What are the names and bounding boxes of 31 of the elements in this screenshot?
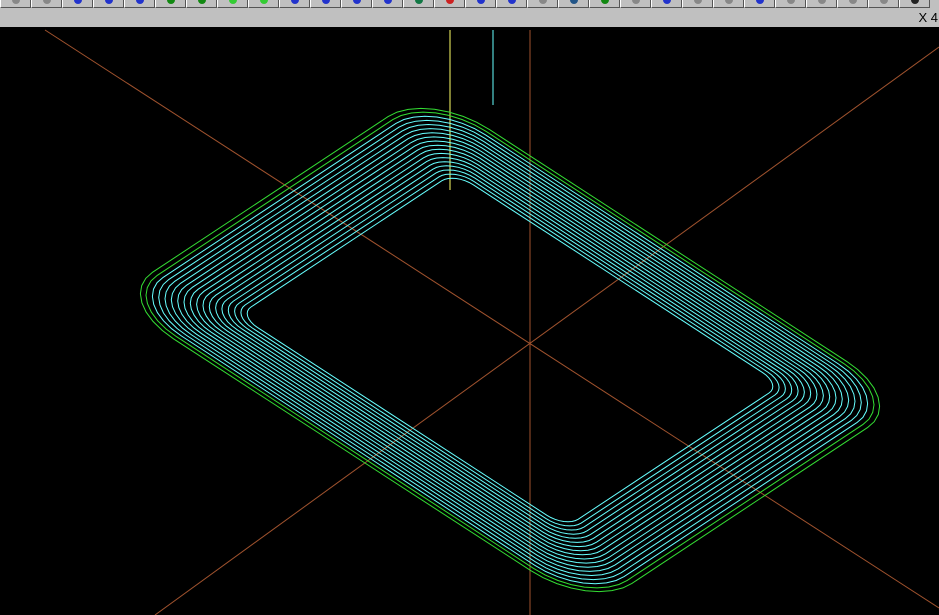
toolbar-button[interactable] [0, 0, 31, 8]
toolbar-button[interactable] [589, 0, 620, 8]
toolbar-button[interactable] [310, 0, 341, 8]
toolbar-button[interactable] [186, 0, 217, 8]
toolbar-button[interactable] [248, 0, 279, 8]
toolbar-button[interactable] [837, 0, 868, 8]
toolbar-button[interactable] [217, 0, 248, 8]
toolbar-button[interactable] [713, 0, 744, 8]
toolbar-button[interactable] [651, 0, 682, 8]
toolbar-button[interactable] [155, 0, 186, 8]
toolbar-button[interactable] [93, 0, 124, 8]
toolbar-button[interactable] [620, 0, 651, 8]
toolbar-button[interactable] [465, 0, 496, 8]
toolbar-button[interactable] [434, 0, 465, 8]
toolbar-button[interactable] [403, 0, 434, 8]
toolbar-button[interactable] [806, 0, 837, 8]
toolbar-button[interactable] [682, 0, 713, 8]
toolbar-button[interactable] [496, 0, 527, 8]
toolbar-button[interactable] [372, 0, 403, 8]
toolbar-button[interactable] [775, 0, 806, 8]
toolbar-button[interactable] [527, 0, 558, 8]
toolbar-button[interactable] [124, 0, 155, 8]
toolbar-button[interactable] [31, 0, 62, 8]
toolbar-button[interactable] [341, 0, 372, 8]
toolbar-button[interactable] [558, 0, 589, 8]
toolbar-button[interactable] [868, 0, 899, 8]
toolbar-button[interactable] [62, 0, 93, 8]
toolbar-button[interactable] [744, 0, 775, 8]
toolbar-button[interactable] [279, 0, 310, 8]
toolbar-button[interactable] [899, 0, 930, 8]
status-text: X 4 [918, 10, 938, 25]
